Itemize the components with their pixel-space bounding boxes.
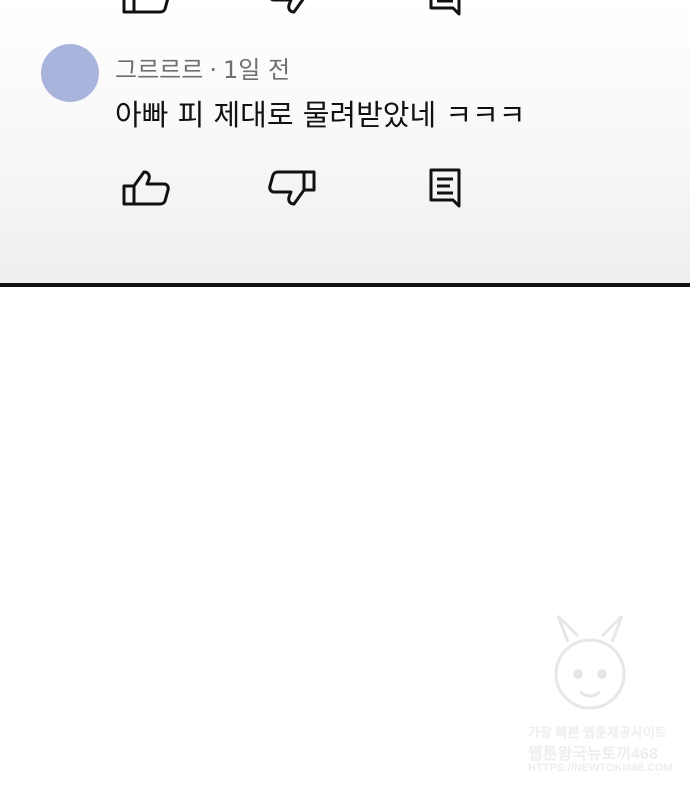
previous-comment-actions (0, 0, 690, 18)
reply-icon (429, 168, 461, 208)
reply-button[interactable] (420, 0, 472, 18)
meta-separator: · (209, 56, 217, 84)
watermark: 가장 빠른 웹툰제공사이트 웹툰왕국뉴토끼468 HTTPS://NEWTOKI… (518, 612, 673, 787)
comment-author[interactable]: 그르르르 (115, 56, 203, 84)
comment-text: 아빠 피 제대로 물려받았네 ㅋㅋㅋ (115, 98, 526, 132)
watermark-line3: HTTPS://NEWTOKI468.COM (528, 762, 673, 774)
thumbs-up-icon (122, 170, 170, 206)
reply-button[interactable] (420, 166, 472, 210)
thumbs-down-icon (270, 0, 305, 14)
dislike-button[interactable] (266, 0, 318, 18)
avatar[interactable] (41, 44, 99, 102)
dislike-button[interactable] (266, 166, 318, 210)
like-button[interactable] (120, 0, 172, 18)
comment-time: 1일 전 (222, 56, 291, 84)
comment-panel: 그르르르 · 1일 전 아빠 피 제대로 물려받았네 ㅋㅋㅋ (0, 0, 690, 283)
mascot-icon (554, 614, 626, 710)
comment-meta: 그르르르 · 1일 전 (115, 50, 290, 85)
watermark-line2: 웹툰왕국뉴토끼468 (528, 746, 658, 763)
like-button[interactable] (120, 166, 172, 210)
comment-actions (0, 166, 690, 210)
panel-bottom-border (0, 283, 690, 287)
reply-icon (429, 0, 461, 16)
watermark-line1: 가장 빠른 웹툰제공사이트 (528, 725, 667, 740)
thumbs-up-icon (122, 0, 170, 14)
thumbs-down-icon (268, 170, 316, 206)
